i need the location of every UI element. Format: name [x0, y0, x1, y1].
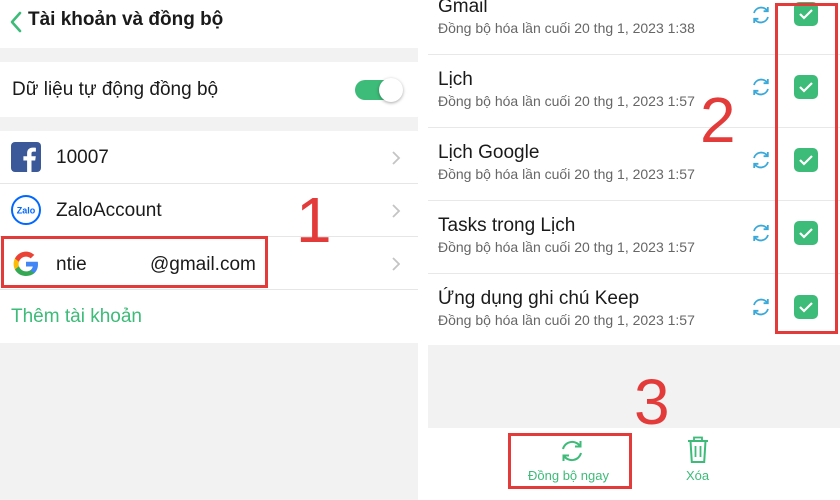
- sync-icon[interactable]: [750, 149, 772, 171]
- account-label: ZaloAccount: [56, 200, 162, 221]
- delete-label: Xóa: [686, 468, 710, 483]
- bottom-action-bar: Đồng bộ ngay Xóa: [428, 428, 840, 500]
- sync-item-time: Đồng bộ hóa lần cuối 20 thg 1, 2023 1:38: [438, 20, 695, 36]
- trash-icon: [688, 436, 708, 463]
- step-number-2: 2: [700, 84, 736, 156]
- sync-item-time: Đồng bộ hóa lần cuối 20 thg 1, 2023 1:57: [438, 239, 695, 255]
- toggle-knob: [379, 78, 403, 102]
- chevron-right-icon: [392, 151, 401, 165]
- sync-icon[interactable]: [750, 222, 772, 244]
- account-label: 10007: [56, 147, 109, 168]
- step-number-3: 3: [634, 366, 670, 438]
- account-item-zalo[interactable]: Zalo ZaloAccount: [0, 184, 418, 237]
- back-arrow-icon[interactable]: [6, 8, 26, 36]
- chevron-right-icon: [392, 257, 401, 271]
- highlight-box-sync-now: [508, 433, 632, 489]
- facebook-icon: [11, 142, 41, 172]
- account-item-facebook[interactable]: 10007: [0, 131, 418, 184]
- sync-item-name: Lịch: [438, 69, 473, 90]
- sync-item-time: Đồng bộ hóa lần cuối 20 thg 1, 2023 1:57: [438, 312, 695, 328]
- svg-text:Zalo: Zalo: [17, 206, 36, 216]
- sync-icon[interactable]: [750, 76, 772, 98]
- add-account-link[interactable]: Thêm tài khoản: [11, 306, 142, 328]
- highlight-box-google-account: [1, 236, 268, 288]
- auto-sync-toggle[interactable]: [355, 78, 403, 102]
- highlight-box-checkboxes: [775, 3, 838, 334]
- page-title: Tài khoản và đồng bộ: [28, 9, 224, 30]
- chevron-right-icon: [392, 204, 401, 218]
- sync-item-name: Lịch Google: [438, 142, 540, 163]
- sync-items-panel: Gmail Đồng bộ hóa lần cuối 20 thg 1, 202…: [428, 0, 840, 500]
- sync-item-name: Ứng dụng ghi chú Keep: [438, 288, 640, 309]
- step-number-1: 1: [296, 184, 332, 256]
- sync-item-name: Gmail: [438, 0, 488, 17]
- account-sync-panel: Tài khoản và đồng bộ Dữ liệu tự động đồn…: [0, 0, 418, 500]
- delete-button[interactable]: Xóa: [668, 428, 728, 488]
- sync-item-time: Đồng bộ hóa lần cuối 20 thg 1, 2023 1:57: [438, 166, 695, 182]
- zalo-icon: Zalo: [11, 195, 41, 225]
- panel-divider: [418, 0, 428, 500]
- sync-item-name: Tasks trong Lịch: [438, 215, 576, 236]
- sync-item-time: Đồng bộ hóa lần cuối 20 thg 1, 2023 1:57: [438, 93, 695, 109]
- top-bar: Tài khoản và đồng bộ: [0, 0, 418, 48]
- sync-icon[interactable]: [750, 296, 772, 318]
- auto-sync-label: Dữ liệu tự động đồng bộ: [12, 79, 219, 100]
- sync-icon[interactable]: [750, 4, 772, 26]
